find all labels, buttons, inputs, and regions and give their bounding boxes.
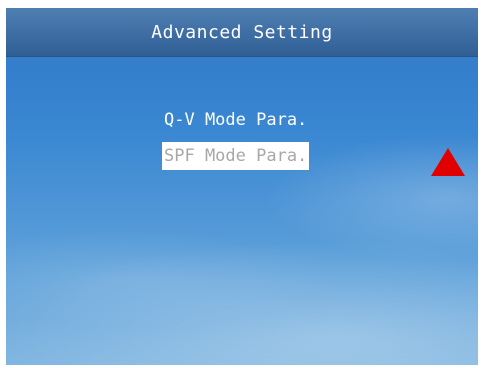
menu-item-qv-mode-para[interactable]: Q-V Mode Para. [164, 106, 309, 134]
settings-menu: Q-V Mode Para. SPF Mode Para. [162, 106, 310, 178]
menu-item-spf-mode-para[interactable]: SPF Mode Para. [162, 142, 310, 170]
device-screen: Advanced Setting Q-V Mode Para. SPF Mode… [6, 8, 478, 365]
up-arrow-icon[interactable] [431, 148, 465, 176]
title-bar: Advanced Setting [6, 8, 478, 57]
page-title: Advanced Setting [151, 21, 333, 43]
